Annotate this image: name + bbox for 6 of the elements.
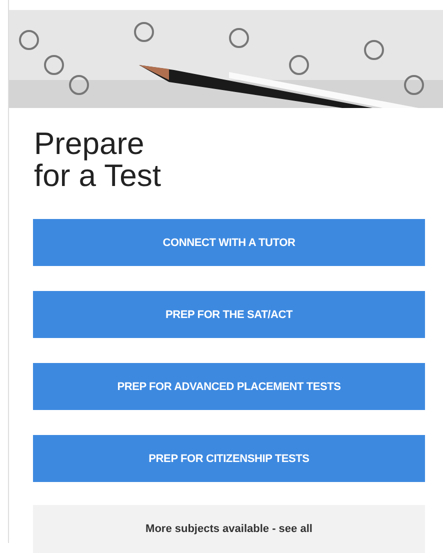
prep-button[interactable]: CONNECT WITH A TUTOR bbox=[33, 219, 425, 266]
prep-button[interactable]: PREP FOR ADVANCED PLACEMENT TESTS bbox=[33, 363, 425, 410]
see-all-link[interactable]: More subjects available - see all bbox=[33, 505, 425, 553]
prep-button[interactable]: PREP FOR CITIZENSHIP TESTS bbox=[33, 435, 425, 482]
prep-button[interactable]: PREP FOR THE SAT/ACT bbox=[33, 291, 425, 338]
page-title: Prepare for a Test bbox=[34, 128, 162, 192]
